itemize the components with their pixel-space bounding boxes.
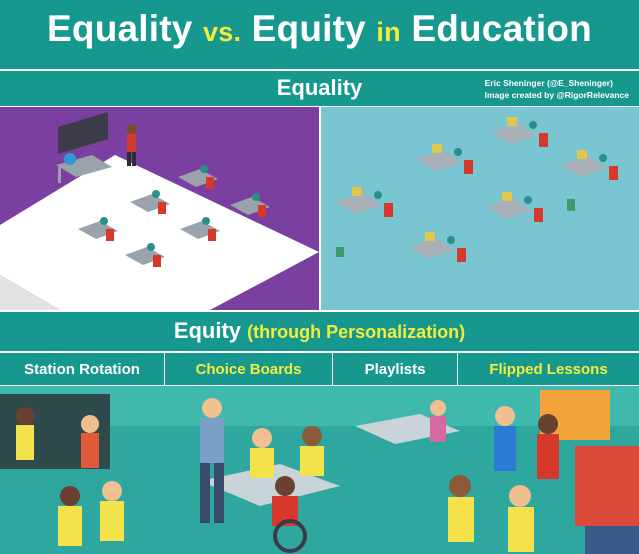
equity-heading: Equity (through Personalization) [0, 318, 639, 344]
title-vs: vs. [203, 17, 242, 47]
method-flipped-lessons: Flipped Lessons [489, 360, 608, 378]
equity-band: Equity (through Personalization) [0, 312, 639, 351]
credit-author: Eric Sheninger (@E_Sheninger) [484, 78, 613, 88]
equality-classroom-illustration [0, 107, 319, 310]
title-banner: Equality vs. Equity in Education [0, 0, 639, 69]
title-education: Education [411, 8, 592, 49]
equality-band: Equality Eric Sheninger (@E_Sheninger) I… [0, 71, 639, 106]
title-equity: Equity [251, 8, 366, 49]
credit: Eric Sheninger (@E_Sheninger) Image crea… [485, 77, 629, 101]
personalization-methods: Station Rotation Choice Boards Playlists… [0, 353, 639, 385]
credit-image: Image created by @RigorRelevance [484, 90, 629, 100]
method-choice-boards: Choice Boards [165, 353, 333, 385]
method-station-rotation: Station Rotation [0, 353, 165, 385]
title-in: in [376, 17, 401, 47]
equity-classroom-illustration [0, 386, 639, 554]
equity-sub-label: (through Personalization) [247, 322, 466, 342]
method-playlists: Playlists [333, 353, 458, 385]
main-title: Equality vs. Equity in Education [0, 8, 639, 50]
title-equality: Equality [47, 8, 193, 49]
equity-label: Equity [173, 318, 242, 343]
equality-personalized-desks-illustration [321, 107, 639, 310]
